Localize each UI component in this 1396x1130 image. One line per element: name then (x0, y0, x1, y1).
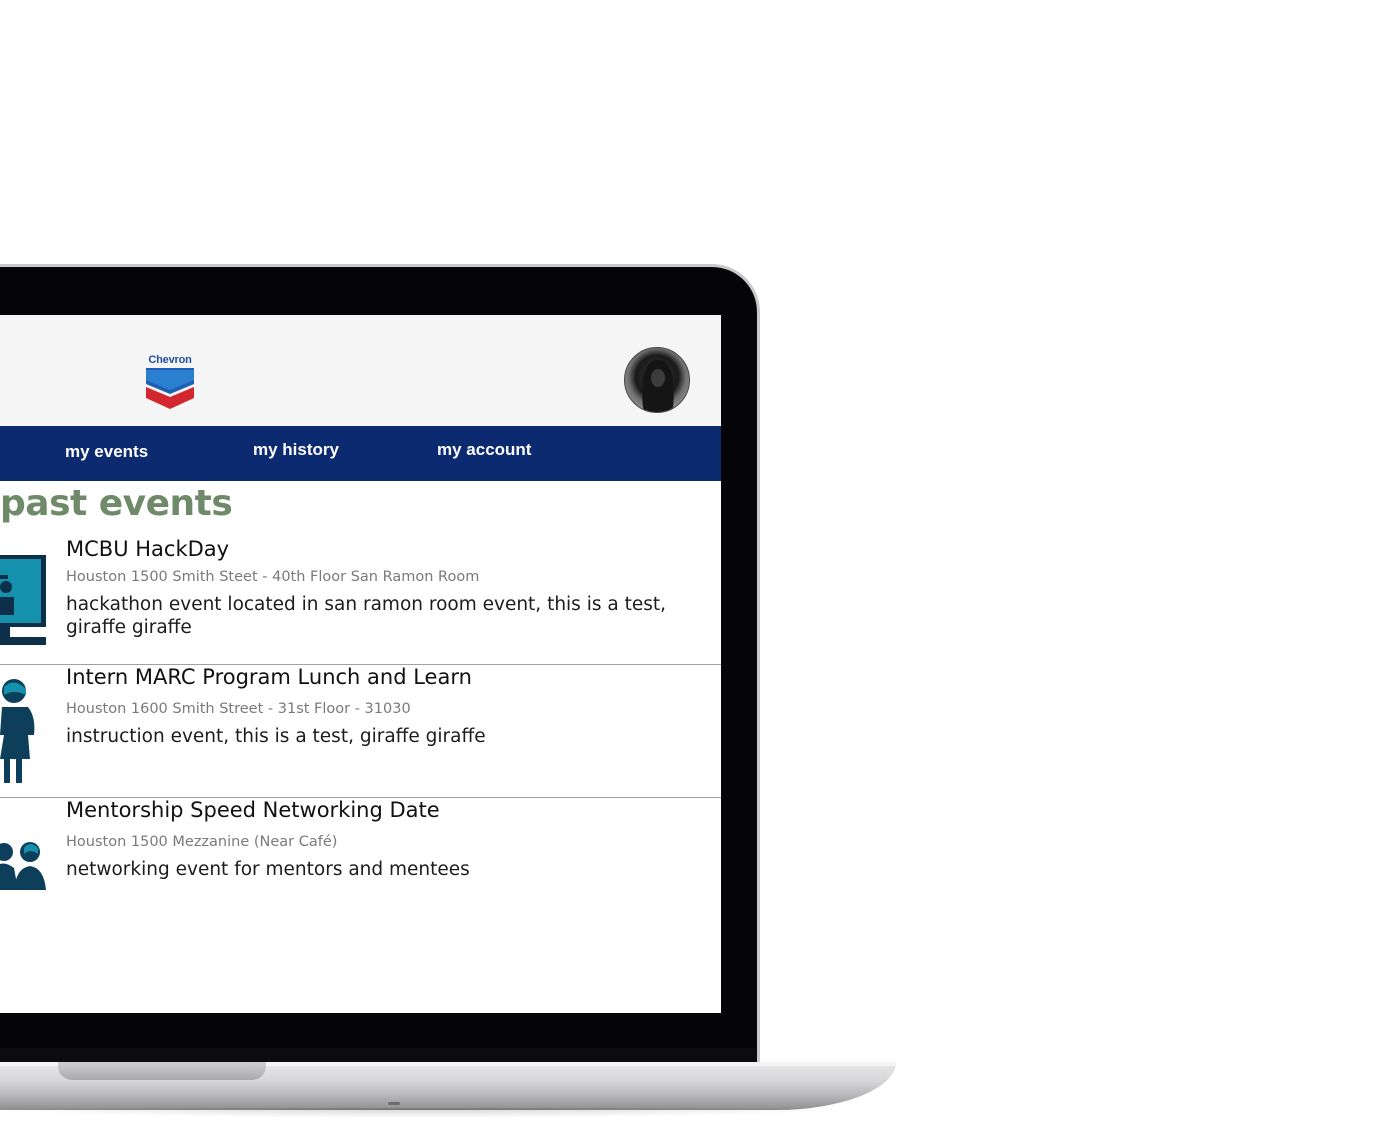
app-header: Chevron (0, 315, 721, 426)
main-nav: my events my history my account (0, 426, 721, 481)
event-row[interactable]: Intern MARC Program Lunch and Learn Hous… (0, 665, 721, 798)
page-title: past events (0, 483, 233, 524)
event-description: hackathon event located in san ramon roo… (66, 594, 666, 638)
event-description: instruction event, this is a test, giraf… (66, 726, 486, 747)
event-description: networking event for mentors and mentees (66, 859, 470, 880)
nav-my-account[interactable]: my account (437, 440, 531, 460)
event-title[interactable]: Mentorship Speed Networking Date (66, 798, 440, 822)
app-screen: Chevron my events my history my account … (0, 315, 721, 1013)
event-location: Houston 1500 Smith Steet - 40th Floor Sa… (66, 569, 480, 585)
person-standing-icon (0, 679, 35, 783)
laptop-opening-notch (58, 1062, 266, 1080)
chevron-emblem-icon (146, 368, 194, 409)
event-row[interactable]: MCBU HackDay Houston 1500 Smith Steet - … (0, 537, 721, 665)
event-location: Houston 1500 Mezzanine (Near Café) (66, 834, 338, 850)
user-avatar[interactable] (624, 347, 690, 413)
two-people-icon (0, 842, 46, 890)
event-title[interactable]: MCBU HackDay (66, 537, 229, 561)
chevron-logo[interactable]: Chevron (144, 354, 196, 412)
profile-photo-icon (642, 360, 674, 412)
laptop-shadow (0, 1108, 860, 1118)
event-row[interactable]: Mentorship Speed Networking Date Houston… (0, 798, 721, 948)
nav-my-events[interactable]: my events (65, 442, 148, 462)
nav-my-history[interactable]: my history (253, 440, 339, 460)
event-title[interactable]: Intern MARC Program Lunch and Learn (66, 665, 472, 689)
presenter-monitor-icon (0, 555, 46, 645)
laptop-indicator (388, 1102, 400, 1105)
event-location: Houston 1600 Smith Street - 31st Floor -… (66, 701, 411, 717)
